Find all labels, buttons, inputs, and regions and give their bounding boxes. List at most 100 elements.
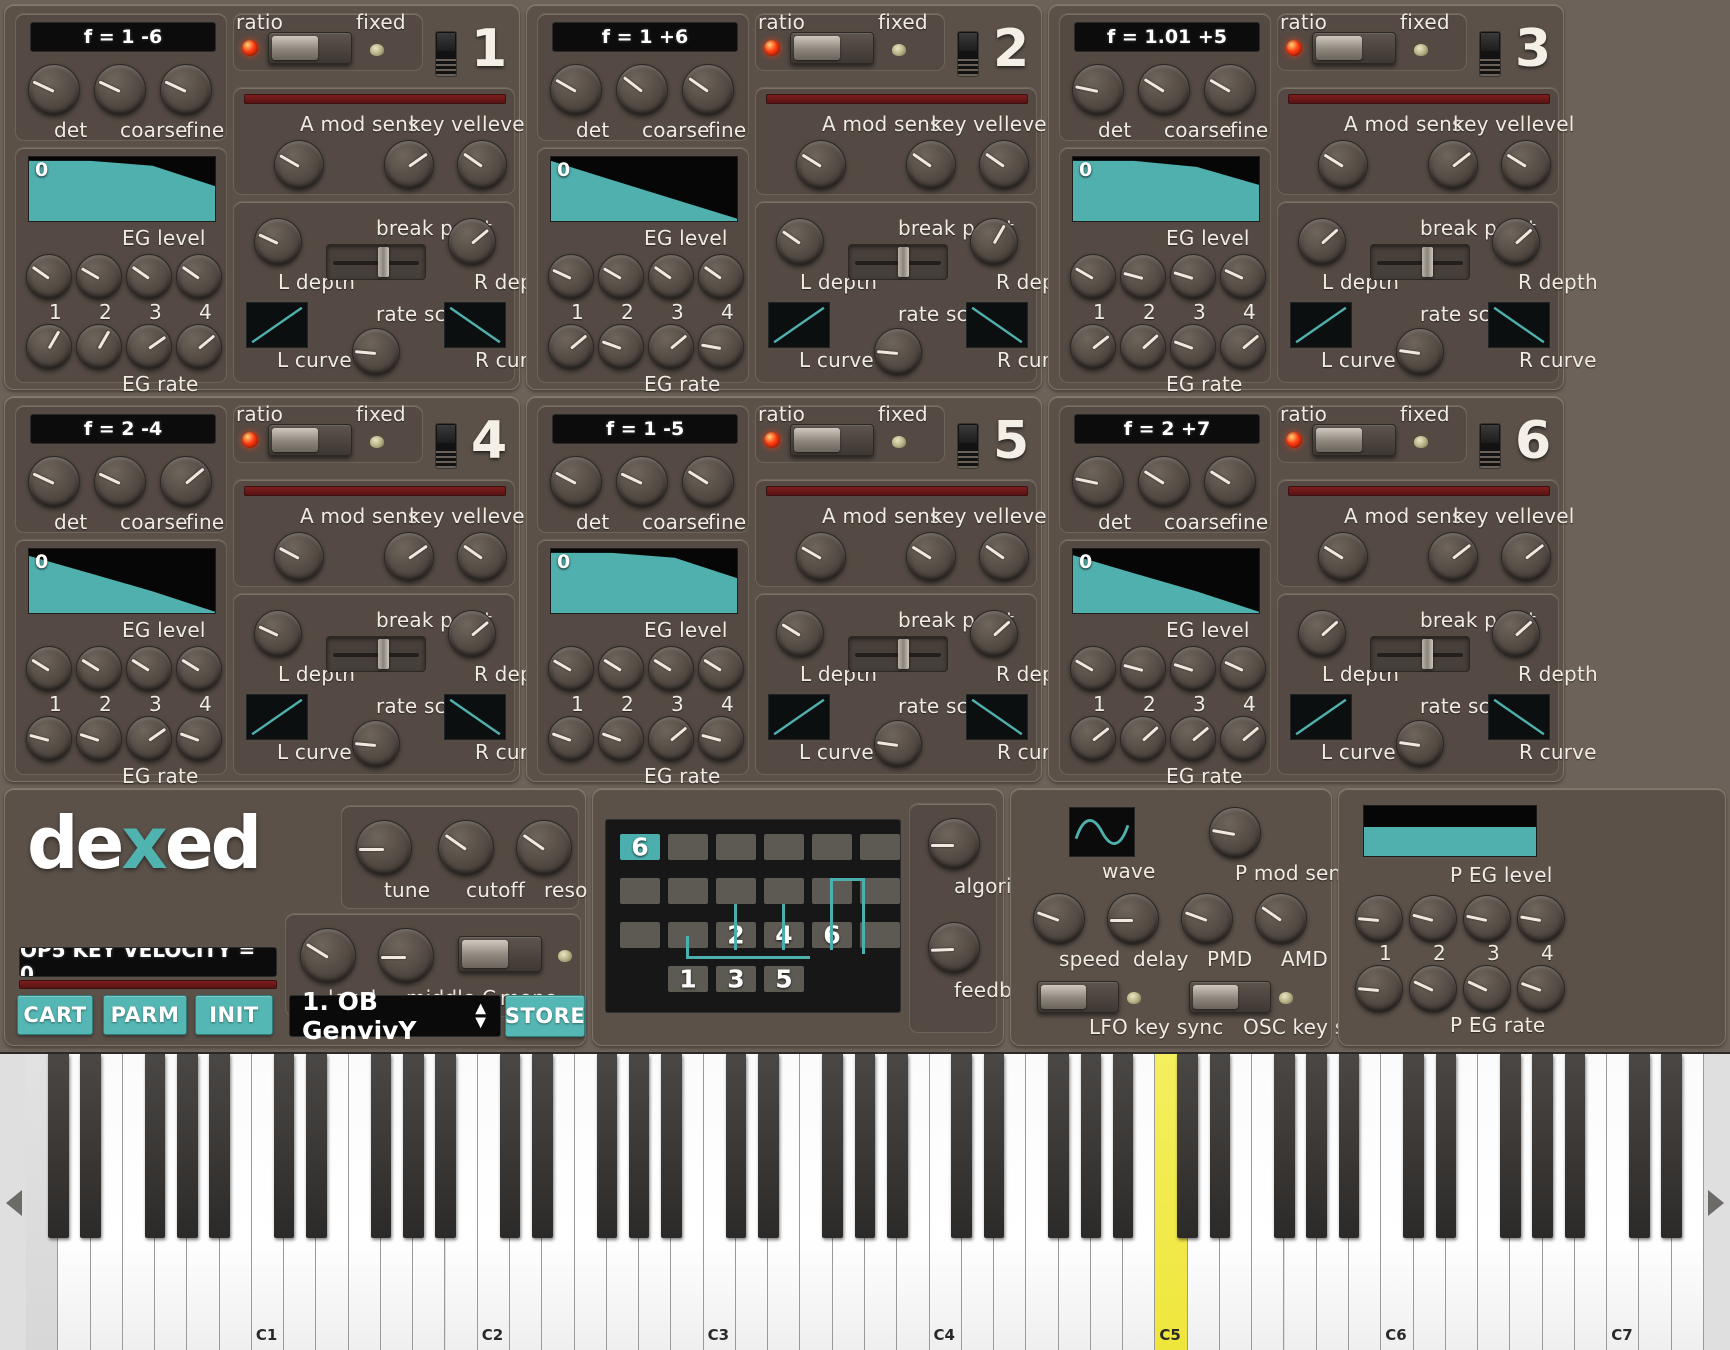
eg-rate-knob-3[interactable] [1170,716,1216,762]
osc-key-sync-switch[interactable] [1189,981,1271,1013]
ratio-fixed-switch[interactable] [1312,32,1396,64]
eg-level-knob-1[interactable] [548,646,594,692]
keyboard-black-key[interactable] [628,1054,650,1238]
eg-level-knob-2[interactable] [1120,646,1166,692]
r-curve-display[interactable] [1488,302,1550,348]
p-eg-level-knob-4[interactable] [1517,895,1565,943]
eg-level-knob-3[interactable] [648,646,694,692]
algorithm-cell[interactable]: 6 [620,833,660,862]
det-knob[interactable] [1072,64,1124,116]
eg-rate-knob-2[interactable] [1120,716,1166,762]
keyboard-black-key[interactable] [306,1054,327,1238]
eg-level-knob-4[interactable] [176,646,222,692]
keyboard-black-key[interactable] [1177,1054,1198,1238]
keyboard-black-key[interactable] [1112,1054,1134,1238]
eg-level-knob-2[interactable] [598,646,644,692]
keyboard-black-key[interactable] [177,1054,198,1238]
rate-scaling-knob[interactable] [874,720,922,768]
right-arrow-icon[interactable] [1708,1190,1724,1217]
l-curve-display[interactable] [1290,302,1352,348]
init-button[interactable]: INIT [195,995,273,1035]
eg-rate-knob-1[interactable] [26,716,72,762]
operator-enable-toggle[interactable] [1479,423,1501,469]
amd-knob[interactable] [1255,893,1307,945]
keyboard[interactable]: C1 C2 C3 C4 C5 C6 C7 [0,1052,1730,1350]
eg-rate-knob-1[interactable] [26,324,72,370]
keyboard-black-key[interactable] [1629,1054,1650,1238]
eg-level-knob-3[interactable] [1170,646,1216,692]
eg-rate-knob-3[interactable] [126,324,172,370]
r-depth-knob[interactable] [1492,610,1540,658]
a-mod-sens-knob[interactable] [1318,532,1368,582]
rate-scaling-knob[interactable] [1396,328,1444,376]
l-depth-knob[interactable] [776,218,824,266]
fine-knob[interactable] [682,64,734,116]
level-knob[interactable] [979,532,1029,582]
tune-knob[interactable] [356,820,412,876]
keyboard-black-key[interactable] [273,1054,295,1238]
fine-knob[interactable] [1204,64,1256,116]
operator-enable-toggle[interactable] [435,423,457,469]
det-knob[interactable] [1072,456,1124,508]
eg-rate-knob-4[interactable] [1220,716,1266,762]
algorithm-cell[interactable] [620,878,660,904]
eg-level-knob-1[interactable] [26,254,72,300]
eg-level-knob-2[interactable] [76,254,122,300]
coarse-knob[interactable] [94,456,146,508]
algorithm-cell[interactable] [668,834,708,860]
operator-enable-toggle[interactable] [957,423,979,469]
eg-rate-knob-3[interactable] [648,716,694,762]
p-eg-level-knob-2[interactable] [1409,895,1457,943]
key-vel-knob[interactable] [906,532,956,582]
level-knob[interactable] [457,532,507,582]
algorithm-cell[interactable] [764,878,804,904]
keyboard-black-key[interactable] [1435,1054,1457,1238]
p-eg-rate-knob-1[interactable] [1355,965,1403,1013]
p-eg-rate-knob-4[interactable] [1517,965,1565,1013]
algorithm-cell[interactable] [860,834,900,860]
ratio-fixed-switch[interactable] [790,32,874,64]
eg-level-knob-3[interactable] [1170,254,1216,300]
keyboard-black-key[interactable] [402,1054,424,1238]
key-vel-knob[interactable] [384,532,434,582]
algorithm-cell[interactable] [860,922,900,948]
break-point-thumb[interactable] [1421,247,1433,277]
ratio-fixed-switch[interactable] [790,424,874,456]
fine-knob[interactable] [160,456,212,508]
lfo-key-sync-switch[interactable] [1037,981,1119,1013]
coarse-knob[interactable] [1138,456,1190,508]
keyboard-black-key[interactable] [144,1054,166,1238]
break-point-slider[interactable] [326,636,426,672]
eg-rate-knob-1[interactable] [1070,324,1116,370]
algorithm-cell[interactable] [668,878,708,904]
break-point-thumb[interactable] [377,247,389,277]
keyboard-black-key[interactable] [951,1054,973,1238]
store-button[interactable]: STORE [505,995,585,1037]
l-depth-knob[interactable] [776,610,824,658]
pmd-knob[interactable] [1181,893,1233,945]
mono-switch[interactable] [458,936,542,972]
chevron-up-icon[interactable]: ▲ [475,1001,486,1015]
algorithm-cell[interactable] [716,834,756,860]
r-curve-display[interactable] [966,302,1028,348]
fine-knob[interactable] [1204,456,1256,508]
r-depth-knob[interactable] [970,610,1018,658]
eg-level-knob-1[interactable] [1070,646,1116,692]
eg-level-knob-1[interactable] [1070,254,1116,300]
algorithm-cell[interactable]: 3 [716,965,756,994]
eg-level-knob-3[interactable] [126,254,172,300]
eg-level-knob-4[interactable] [698,646,744,692]
keyboard-black-key[interactable] [80,1054,101,1238]
keyboard-black-key[interactable] [1532,1054,1553,1238]
key-vel-knob[interactable] [1428,532,1478,582]
eg-rate-knob-3[interactable] [1170,324,1216,370]
det-knob[interactable] [550,456,602,508]
chevron-down-icon[interactable]: ▼ [475,1015,486,1029]
cart-button[interactable]: CART [17,995,93,1035]
algorithm-cell[interactable] [620,922,660,948]
eg-rate-knob-1[interactable] [548,716,594,762]
l-curve-display[interactable] [1290,694,1352,740]
eg-level-knob-4[interactable] [1220,254,1266,300]
keyboard-black-key[interactable] [435,1054,456,1238]
l-depth-knob[interactable] [1298,218,1346,266]
